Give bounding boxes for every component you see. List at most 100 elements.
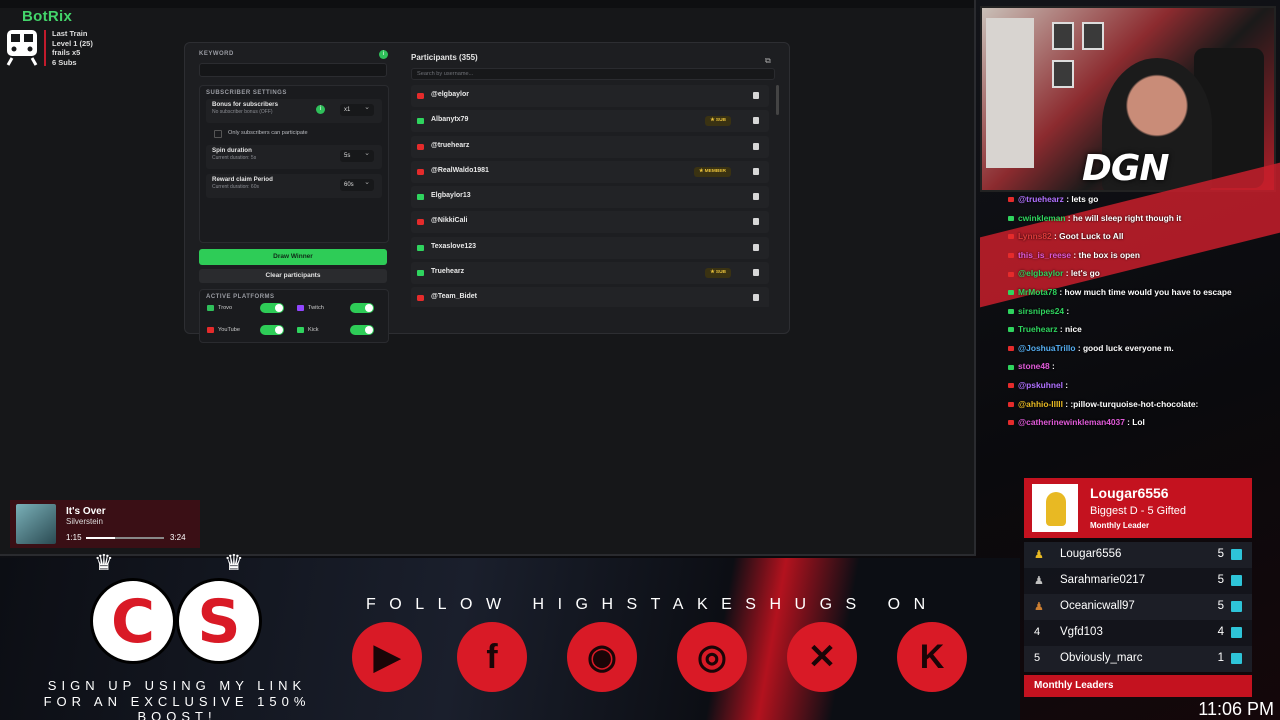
gift-icon bbox=[1231, 575, 1242, 586]
trash-icon[interactable] bbox=[753, 243, 759, 251]
gift-count: 4 bbox=[1217, 626, 1224, 638]
participant-name: Elgbaylor13 bbox=[431, 192, 471, 200]
kick-icon bbox=[417, 270, 424, 277]
kick-icon bbox=[417, 118, 424, 125]
participant-row[interactable]: @NikkiCali bbox=[411, 211, 769, 234]
platform-twitch: Twitch bbox=[294, 301, 378, 315]
info-icon[interactable]: i bbox=[379, 50, 388, 59]
trash-icon[interactable] bbox=[753, 117, 759, 125]
badge-c: C bbox=[90, 578, 176, 664]
chat-text: : the box is open bbox=[1071, 249, 1140, 260]
leaderboard-row: ♟ Sarahmarie0217 5 bbox=[1024, 568, 1252, 594]
participant-row[interactable]: @Team_Bidet bbox=[411, 287, 769, 307]
trash-icon[interactable] bbox=[753, 167, 759, 175]
trash-icon[interactable] bbox=[753, 92, 759, 99]
platform-label: Twitch bbox=[308, 305, 324, 311]
trash-icon[interactable] bbox=[753, 142, 759, 150]
chat-text: : Lol bbox=[1124, 417, 1145, 428]
chat-message: stone48 : bbox=[1004, 361, 1276, 372]
bonus-info-icon[interactable]: i bbox=[316, 105, 325, 114]
song-artist: Silverstein bbox=[66, 517, 103, 526]
chat-username: cwinkleman bbox=[1018, 212, 1066, 223]
total-time: 3:24 bbox=[170, 533, 186, 542]
youtube-icon[interactable]: ▶ bbox=[352, 622, 422, 692]
youtube-toggle[interactable] bbox=[260, 325, 284, 335]
chat-message: @pskuhnel : bbox=[1004, 380, 1276, 391]
subscriber-settings: SUBSCRIBER SETTINGS Bonus for subscriber… bbox=[199, 85, 389, 243]
leader-subtitle: Biggest D - 5 Gifted bbox=[1090, 505, 1186, 517]
leaderboard-rows: ♟ Lougar6556 5 ♟ Sarahmarie0217 5 ♟ Oceanicwall… bbox=[1024, 542, 1252, 672]
facebook-icon[interactable]: f bbox=[457, 622, 527, 692]
leaderboard-header: Lougar6556 Biggest D - 5 Gifted Monthly … bbox=[1024, 478, 1252, 538]
participant-row[interactable]: Albanytx79 ★ SUB bbox=[411, 110, 769, 133]
chat-text: : :pillow-turquoise-hot-chocolate: bbox=[1062, 398, 1199, 409]
participant-row[interactable]: Elgbaylor13 bbox=[411, 186, 769, 209]
wall-frame bbox=[1082, 22, 1104, 50]
gift-icon bbox=[1231, 549, 1242, 560]
door bbox=[986, 18, 1034, 168]
leaderboard-row: 5 Obviously_marc 1 bbox=[1024, 646, 1252, 672]
gift-icon bbox=[1231, 601, 1242, 612]
leader-rank: 4 bbox=[1034, 626, 1041, 638]
kick-icon[interactable]: K bbox=[897, 622, 967, 692]
chat-text: : how much time would you have to escape bbox=[1057, 286, 1232, 297]
draw-winner-button[interactable]: Draw Winner bbox=[199, 249, 387, 265]
leaderboard-row: ♟ Lougar6556 5 bbox=[1024, 542, 1252, 568]
chat-username: @truehearz bbox=[1018, 194, 1064, 204]
only-subscribers-checkbox[interactable]: Only subscribers can participate bbox=[206, 127, 382, 139]
participant-name: @NikkiCali bbox=[431, 217, 468, 225]
participant-search-input[interactable]: Search by username... bbox=[411, 68, 775, 80]
participant-name: @Team_Bidet bbox=[431, 293, 477, 301]
active-platforms: ACTIVE PLATFORMS Trovo Twitch YouTube Ki… bbox=[199, 289, 389, 343]
gift-count: 5 bbox=[1217, 548, 1224, 560]
youtube-icon bbox=[1008, 253, 1014, 259]
train-subs: 6 Subs bbox=[52, 57, 77, 67]
chat-message: Lynns82 : Goot Luck to All bbox=[1004, 231, 1276, 242]
youtube-icon bbox=[1008, 383, 1014, 389]
clear-participants-button[interactable]: Clear participants bbox=[199, 269, 387, 283]
spin-select[interactable]: 5s bbox=[340, 148, 374, 162]
chat-username: @catherinewinkleman4037 bbox=[1018, 417, 1125, 428]
chat-message: @JoshuaTrillo : good luck everyone m. bbox=[1004, 343, 1276, 354]
trash-icon[interactable] bbox=[753, 218, 759, 226]
kick-toggle[interactable] bbox=[350, 325, 374, 335]
chat-text: : Goot Luck to All bbox=[1051, 231, 1124, 242]
trash-icon[interactable] bbox=[753, 294, 759, 302]
youtube-icon bbox=[1008, 420, 1014, 426]
chat-username: sirsnipes24 bbox=[1018, 305, 1065, 316]
chat-message: Truehearz : nice bbox=[1004, 324, 1276, 335]
participant-row[interactable]: @elgbaylor bbox=[411, 85, 769, 107]
reward-select[interactable]: 60s bbox=[340, 177, 374, 191]
medal-icon: ♟ bbox=[1034, 549, 1044, 561]
kick-icon bbox=[1008, 308, 1014, 314]
chat-text: : bbox=[1062, 379, 1069, 390]
youtube-icon bbox=[417, 93, 424, 99]
twitch-icon bbox=[297, 305, 304, 311]
bonus-select[interactable]: x1 bbox=[340, 102, 374, 116]
chat-username: stone48 bbox=[1018, 361, 1050, 372]
leaderboard-row: 4 Vgfd103 4 bbox=[1024, 620, 1252, 646]
gift-count: 5 bbox=[1217, 600, 1224, 612]
instagram-icon[interactable]: ◎ bbox=[677, 622, 747, 692]
twitch-toggle[interactable] bbox=[350, 303, 374, 313]
chat-message: @catherinewinkleman4037 : Lol bbox=[1004, 417, 1276, 428]
trash-icon[interactable] bbox=[753, 269, 759, 277]
train-level: Level 1 (25) bbox=[52, 38, 93, 48]
x-icon[interactable]: ✕ bbox=[787, 622, 857, 692]
chat-message: MrMota78 : how much time would you have … bbox=[1004, 287, 1276, 298]
trovo-toggle[interactable] bbox=[260, 303, 284, 313]
participant-scrollbar[interactable] bbox=[776, 85, 779, 115]
participant-row[interactable]: @RealWaldo1981 ★ MEMBER bbox=[411, 160, 769, 183]
participant-row[interactable]: @truehearz bbox=[411, 135, 769, 158]
participant-name: @RealWaldo1981 bbox=[431, 166, 489, 174]
discord-icon[interactable]: ◉ bbox=[567, 622, 637, 692]
copy-icon[interactable]: ⧉ bbox=[765, 56, 775, 66]
participant-badge: ★ MEMBER bbox=[694, 166, 731, 177]
participant-row[interactable]: Texaslove123 bbox=[411, 236, 769, 259]
platform-label: Kick bbox=[308, 327, 319, 333]
chat-feed: @truehearz : lets go cwinkleman : he will… bbox=[1004, 194, 1276, 476]
leaderboard-footer: Monthly Leaders bbox=[1024, 675, 1252, 697]
participant-row[interactable]: Truehearz ★ SUB bbox=[411, 262, 769, 285]
trash-icon[interactable] bbox=[753, 193, 759, 201]
keyword-input[interactable] bbox=[199, 63, 387, 77]
